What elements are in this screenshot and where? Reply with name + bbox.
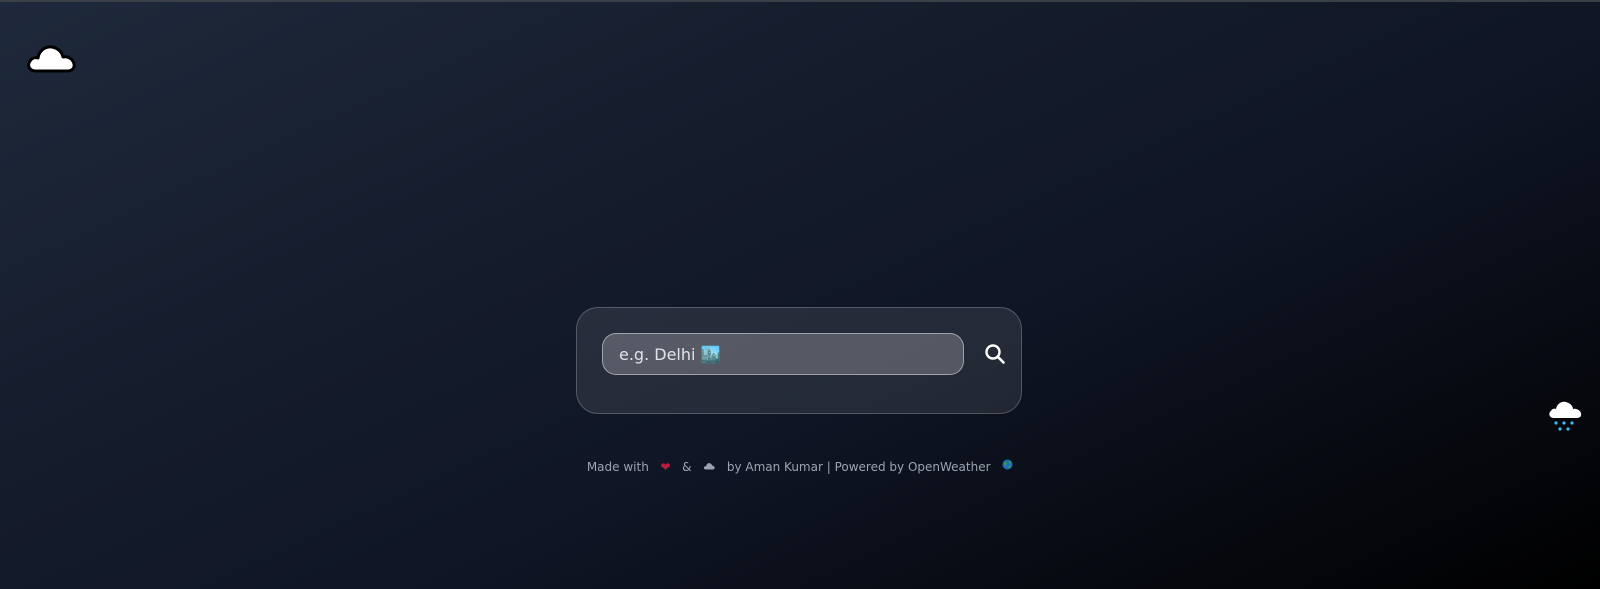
heart-icon: ❤ <box>660 459 671 474</box>
footer-credits: Made with ❤ & by Aman Kumar | Powered by… <box>0 459 1600 474</box>
footer-ampersand: & <box>682 459 692 474</box>
footer-author-credit: by Aman Kumar | Powered by OpenWeather <box>726 459 991 474</box>
cloud-icon <box>27 45 76 73</box>
globe-icon <box>1002 459 1013 470</box>
footer-made-with: Made with <box>586 459 649 474</box>
cloud-icon <box>704 463 715 470</box>
window-top-border <box>0 0 1600 2</box>
search-icon <box>985 344 1005 364</box>
city-search-input[interactable] <box>602 333 964 375</box>
search-card <box>576 307 1022 414</box>
rain-cloud-icon <box>1549 401 1582 431</box>
search-button[interactable] <box>974 333 1016 375</box>
